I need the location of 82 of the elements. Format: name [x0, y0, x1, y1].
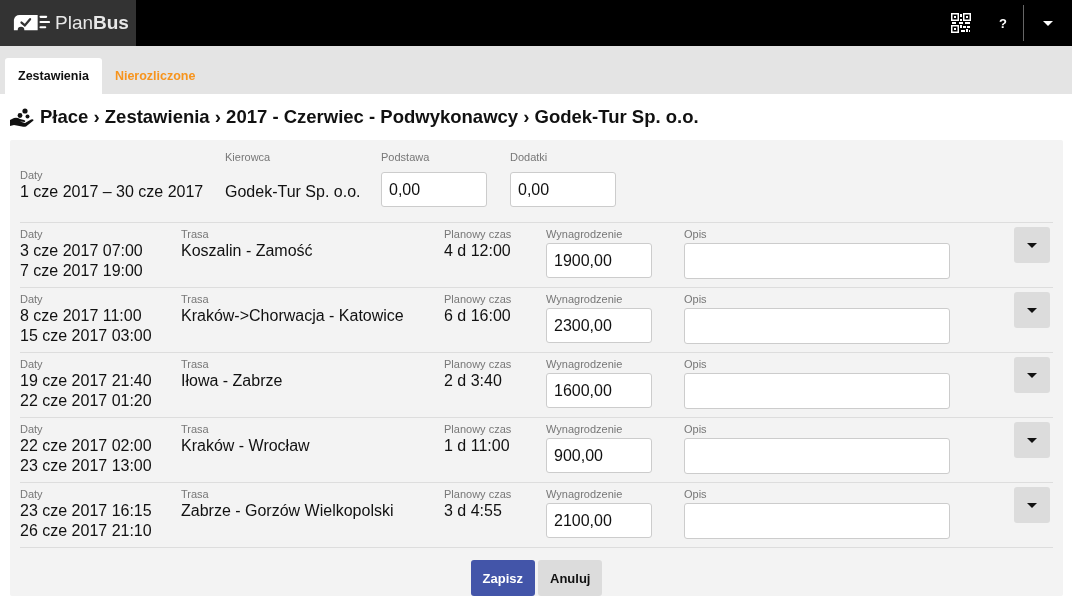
route-text: Koszalin - Zamość [181, 241, 314, 261]
field-label: Trasa [181, 357, 210, 371]
input-field[interactable]: 2100,00 [546, 503, 652, 538]
input-field[interactable]: 1900,00 [546, 243, 652, 278]
dropdown-button[interactable] [1014, 357, 1050, 393]
route-text: Kraków->Chorwacja - Katowice [181, 306, 405, 326]
field-label: Wynagrodzenie [546, 487, 624, 501]
input-field[interactable] [684, 438, 950, 474]
logo-text: PlanBus [55, 12, 129, 34]
save-button[interactable]: Zapisz [470, 560, 535, 596]
date-text: 22 cze 2017 01:20 [20, 391, 153, 411]
input-field[interactable]: 0,00 [381, 172, 487, 207]
caret-icon [1027, 242, 1037, 248]
input-field[interactable] [684, 308, 950, 344]
cancel-button[interactable]: Anuluj [538, 560, 603, 596]
help-button[interactable]: ? [983, 0, 1023, 46]
time-text: 2 d 3:40 [444, 371, 503, 391]
field-label: Opis [684, 292, 708, 306]
date-text: 7 cze 2017 19:00 [20, 261, 144, 281]
date-text: 23 cze 2017 16:15 [20, 501, 153, 521]
caret-icon [1027, 502, 1037, 508]
date-text: 3 cze 2017 07:00 [20, 241, 144, 261]
dropdown-button[interactable] [1014, 487, 1050, 523]
caret-icon [1027, 307, 1037, 313]
input-field[interactable]: 2300,00 [546, 308, 652, 343]
field-label: Daty [20, 168, 44, 182]
dropdown-button[interactable] [1014, 227, 1050, 263]
route-text: Kraków - Wrocław [181, 436, 311, 456]
input-field[interactable] [684, 503, 950, 539]
route-text: Iłowa - Zabrze [181, 371, 284, 391]
caret-icon [1043, 20, 1053, 26]
field-label: Planowy czas [444, 357, 513, 371]
breadcrumb: Płace › Zestawienia › 2017 - Czerwiec - Podwykonawcy › Godek-Tur Sp. o.o. [40, 106, 699, 128]
date-text: 8 cze 2017 11:00 [20, 306, 143, 326]
time-text: 3 d 4:55 [444, 501, 503, 521]
date-text: 19 cze 2017 21:40 [20, 371, 153, 391]
date-text: 15 cze 2017 03:00 [20, 326, 153, 346]
field-label: Planowy czas [444, 422, 513, 436]
field-label: Trasa [181, 227, 210, 241]
field-label: Planowy czas [444, 227, 513, 241]
field-label: Kierowca [225, 150, 272, 164]
field-label: Dodatki [510, 150, 549, 164]
tab[interactable]: Zestawienia [5, 58, 102, 94]
input-field[interactable]: 1600,00 [546, 373, 652, 408]
dropdown-button[interactable] [1014, 422, 1050, 458]
input-field[interactable]: 900,00 [546, 438, 652, 473]
dropdown-button[interactable] [1014, 292, 1050, 328]
qr-code-icon[interactable] [951, 13, 971, 33]
field-value: Godek-Tur Sp. o.o. [225, 182, 362, 202]
caret-icon [1027, 437, 1037, 443]
field-label: Daty [20, 227, 44, 241]
field-label: Trasa [181, 487, 210, 501]
field-label: Opis [684, 487, 708, 501]
field-label: Daty [20, 357, 44, 371]
field-label: Wynagrodzenie [546, 227, 624, 241]
field-label: Daty [20, 422, 44, 436]
date-text: 23 cze 2017 13:00 [20, 456, 153, 476]
input-field[interactable] [684, 373, 950, 409]
input-field[interactable] [684, 243, 950, 279]
field-label: Planowy czas [444, 487, 513, 501]
field-label: Opis [684, 357, 708, 371]
date-text: 26 cze 2017 21:10 [20, 521, 153, 541]
field-label: Planowy czas [444, 292, 513, 306]
field-label: Podstawa [381, 150, 431, 164]
caret-icon [1027, 372, 1037, 378]
field-label: Wynagrodzenie [546, 422, 624, 436]
field-label: Daty [20, 292, 44, 306]
time-text: 1 d 11:00 [444, 436, 511, 456]
date-text: 22 cze 2017 02:00 [20, 436, 153, 456]
field-value: 1 cze 2017 – 30 cze 2017 [20, 182, 205, 202]
field-label: Opis [684, 422, 708, 436]
hand-coins-icon [10, 107, 34, 127]
field-label: Wynagrodzenie [546, 292, 624, 306]
input-field[interactable]: 0,00 [510, 172, 616, 207]
field-label: Wynagrodzenie [546, 357, 624, 371]
field-label: Daty [20, 487, 44, 501]
field-label: Trasa [181, 292, 210, 306]
field-label: Trasa [181, 422, 210, 436]
time-text: 4 d 12:00 [444, 241, 512, 261]
route-text: Zabrze - Gorzów Wielkopolski [181, 501, 395, 521]
time-text: 6 d 16:00 [444, 306, 512, 326]
field-label: Opis [684, 227, 708, 241]
